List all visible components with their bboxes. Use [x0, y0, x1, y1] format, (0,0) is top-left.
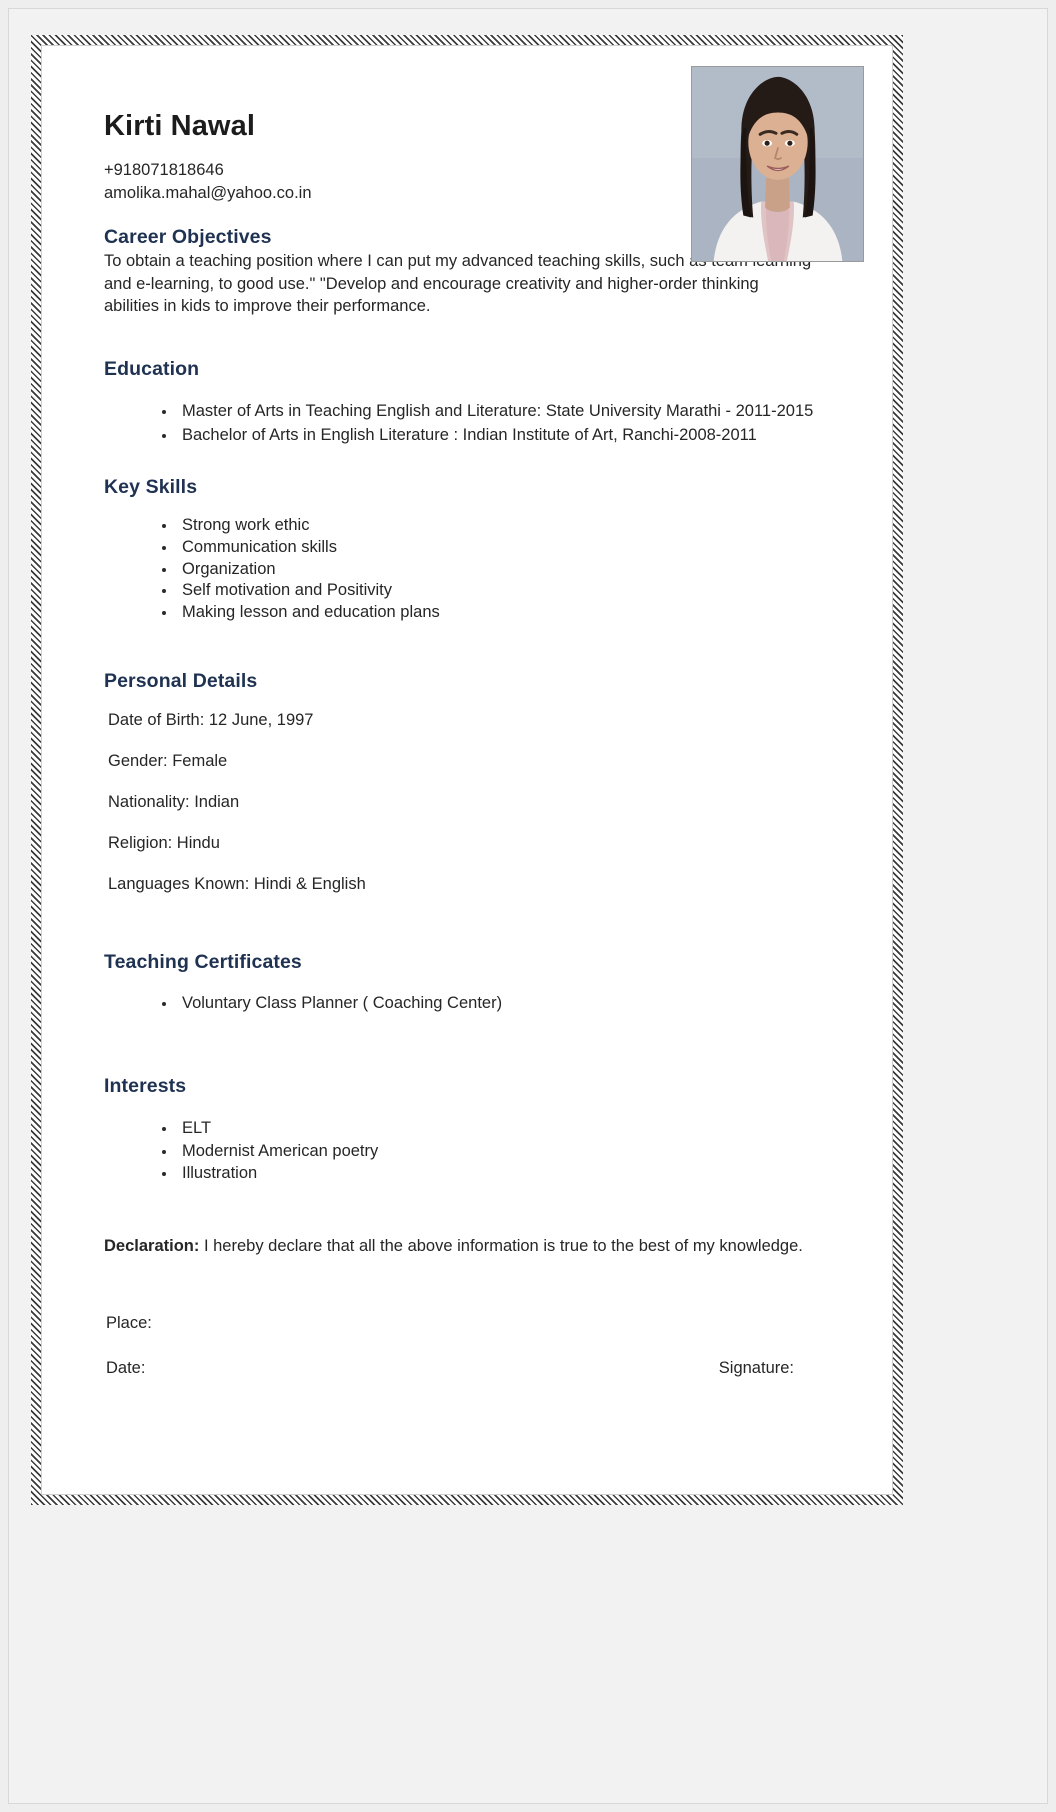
detail-date-of-birth: Date of Birth: 12 June, 1997 — [108, 710, 314, 729]
declaration-paragraph: Declaration: I hereby declare that all t… — [104, 1235, 820, 1258]
footer-row-place: Place: — [106, 1314, 850, 1333]
personal-details-rows: Date of Birth: 12 June, 1997 Gender: Fem… — [104, 711, 850, 894]
interests-list: ELT Modernist American poetry Illustrati… — [104, 1118, 850, 1185]
signature-footer: Place: Date: Signature: — [104, 1314, 850, 1378]
resume-content: Kirti Nawal +918071818646 amolika.mahal@… — [42, 46, 892, 1494]
list-item: Bachelor of Arts in English Literature :… — [160, 425, 850, 447]
detail-religion: Religion: Hindu — [108, 833, 220, 852]
portrait-photo — [691, 66, 864, 262]
list-item: Modernist American poetry — [160, 1141, 850, 1163]
key-skills-list: Strong work ethic Communication skills O… — [104, 515, 850, 624]
section-heading-key-skills: Key Skills — [104, 476, 198, 499]
declaration-text: I hereby declare that all the above info… — [199, 1237, 803, 1256]
list-item: Making lesson and education plans — [160, 602, 850, 624]
list-item: Organization — [160, 559, 850, 581]
signature-label: Signature: — [718, 1359, 794, 1378]
list-item: Communication skills — [160, 537, 850, 559]
list-item: ELT — [160, 1118, 850, 1140]
list-item: Master of Arts in Teaching English and L… — [160, 401, 850, 423]
resume-header: Kirti Nawal +918071818646 amolika.mahal@… — [104, 66, 864, 262]
list-item: Voluntary Class Planner ( Coaching Cente… — [160, 993, 850, 1015]
detail-languages-known: Languages Known: Hindi & English — [108, 874, 366, 893]
portrait-photo-image — [692, 67, 863, 261]
place-label: Place: — [106, 1314, 152, 1333]
declaration-label: Declaration: — [104, 1237, 200, 1256]
page-background: Kirti Nawal +918071818646 amolika.mahal@… — [8, 8, 1048, 1804]
list-item: Illustration — [160, 1163, 850, 1185]
detail-nationality: Nationality: Indian — [108, 792, 240, 811]
teaching-certificates-list: Voluntary Class Planner ( Coaching Cente… — [104, 993, 850, 1015]
decorative-border-frame: Kirti Nawal +918071818646 amolika.mahal@… — [31, 35, 903, 1505]
list-item: Self motivation and Positivity — [160, 580, 850, 602]
date-label: Date: — [106, 1359, 146, 1378]
section-heading-personal-details: Personal Details — [104, 669, 258, 692]
education-list: Master of Arts in Teaching English and L… — [104, 401, 850, 447]
list-item: Strong work ethic — [160, 515, 850, 537]
section-heading-teaching-certificates: Teaching Certificates — [104, 950, 302, 973]
section-heading-education: Education — [104, 358, 200, 381]
detail-gender: Gender: Female — [108, 751, 228, 770]
section-heading-interests: Interests — [104, 1074, 187, 1097]
resume-paper: Kirti Nawal +918071818646 amolika.mahal@… — [41, 45, 893, 1495]
footer-row-date-signature: Date: Signature: — [106, 1359, 850, 1378]
